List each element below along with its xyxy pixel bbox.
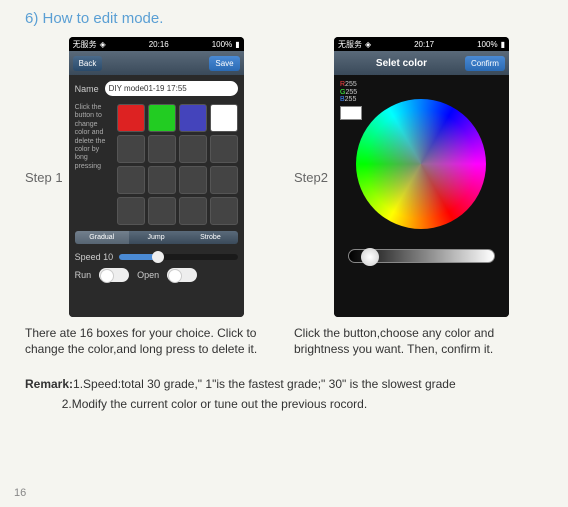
- color-cell-3[interactable]: [179, 104, 207, 132]
- page-number: 16: [14, 487, 26, 499]
- color-cell-5[interactable]: [117, 135, 145, 163]
- speed-label: Speed 10: [75, 252, 114, 262]
- open-toggle[interactable]: [167, 268, 197, 282]
- color-cell-4[interactable]: [210, 104, 238, 132]
- battery-text: 100%: [212, 40, 232, 49]
- remark-line2: 2.Modify the current color or tune out t…: [62, 397, 368, 411]
- color-cell-11[interactable]: [179, 166, 207, 194]
- phone-step1: 无服务 ◈ 20:16 100% ▮ Back Save Name: [69, 37, 244, 317]
- name-input[interactable]: DIY mode01-19 17:55: [105, 81, 238, 96]
- battery-text-2: 100%: [477, 40, 497, 49]
- save-button[interactable]: Save: [209, 56, 239, 71]
- step1-caption: There ate 16 boxes for your choice. Clic…: [25, 325, 274, 357]
- speed-slider[interactable]: [119, 254, 237, 260]
- color-cell-8[interactable]: [210, 135, 238, 163]
- r-value: 255: [345, 81, 357, 88]
- color-cell-13[interactable]: [117, 197, 145, 225]
- nav-bar-2: Selet color Confirm: [334, 51, 509, 75]
- step2-block: Step2 无服务 ◈ 20:17 100% ▮ Selet color: [294, 37, 543, 357]
- rgb-display: R255 G255 B255: [340, 81, 362, 120]
- hint-text: Click the button to change color and del…: [75, 104, 113, 225]
- g-value: 255: [345, 89, 357, 96]
- wifi-icon-2: ◈: [365, 40, 371, 49]
- carrier-text-2: 无服务: [338, 39, 362, 50]
- step2-caption: Click the button,choose any color and br…: [294, 325, 543, 357]
- status-bar-2: 无服务 ◈ 20:17 100% ▮: [334, 37, 509, 51]
- b-value: 255: [345, 96, 357, 103]
- name-label: Name: [75, 84, 99, 94]
- color-cell-2[interactable]: [148, 104, 176, 132]
- open-label: Open: [137, 270, 159, 280]
- color-cell-15[interactable]: [179, 197, 207, 225]
- color-wheel[interactable]: [356, 99, 486, 229]
- carrier-text: 无服务: [73, 39, 97, 50]
- color-cell-7[interactable]: [179, 135, 207, 163]
- color-picker-content: R255 G255 B255: [334, 75, 509, 317]
- nav-bar: Back Save: [69, 51, 244, 75]
- wifi-icon: ◈: [100, 40, 106, 49]
- color-cell-16[interactable]: [210, 197, 238, 225]
- step2-label: Step2: [294, 170, 328, 185]
- back-button[interactable]: Back: [73, 56, 103, 71]
- steps-container: Step 1 无服务 ◈ 20:16 100% ▮ Back Save: [25, 37, 543, 357]
- nav-title: Selet color: [376, 58, 427, 69]
- run-toggle[interactable]: [99, 268, 129, 282]
- tab-strobe[interactable]: Strobe: [183, 231, 237, 244]
- color-cell-12[interactable]: [210, 166, 238, 194]
- time-text: 20:16: [149, 40, 169, 49]
- color-cell-1[interactable]: [117, 104, 145, 132]
- confirm-button[interactable]: Confirm: [465, 56, 505, 71]
- edit-content: Name DIY mode01-19 17:55 Click the butto…: [69, 75, 244, 317]
- status-bar: 无服务 ◈ 20:16 100% ▮: [69, 37, 244, 51]
- step1-block: Step 1 无服务 ◈ 20:16 100% ▮ Back Save: [25, 37, 274, 357]
- remark-label: Remark:: [25, 377, 73, 391]
- color-swatch: [340, 106, 362, 120]
- color-cell-6[interactable]: [148, 135, 176, 163]
- transition-tabs: Gradual Jump Strobe: [75, 231, 238, 244]
- tab-gradual[interactable]: Gradual: [75, 231, 129, 244]
- color-cell-10[interactable]: [148, 166, 176, 194]
- battery-icon: ▮: [235, 40, 239, 49]
- step1-label: Step 1: [25, 170, 63, 185]
- section-title: 6) How to edit mode.: [25, 10, 543, 27]
- run-label: Run: [75, 270, 92, 280]
- tab-jump[interactable]: Jump: [129, 231, 183, 244]
- phone-step2: 无服务 ◈ 20:17 100% ▮ Selet color Confirm: [334, 37, 509, 317]
- time-text-2: 20:17: [414, 40, 434, 49]
- color-cell-14[interactable]: [148, 197, 176, 225]
- battery-icon-2: ▮: [501, 40, 505, 49]
- color-grid: [117, 104, 238, 225]
- remark-block: Remark:1.Speed:total 30 grade," 1"is the…: [25, 375, 543, 413]
- color-cell-9[interactable]: [117, 166, 145, 194]
- remark-line1: 1.Speed:total 30 grade," 1"is the fastes…: [73, 377, 456, 391]
- brightness-slider[interactable]: [348, 249, 495, 263]
